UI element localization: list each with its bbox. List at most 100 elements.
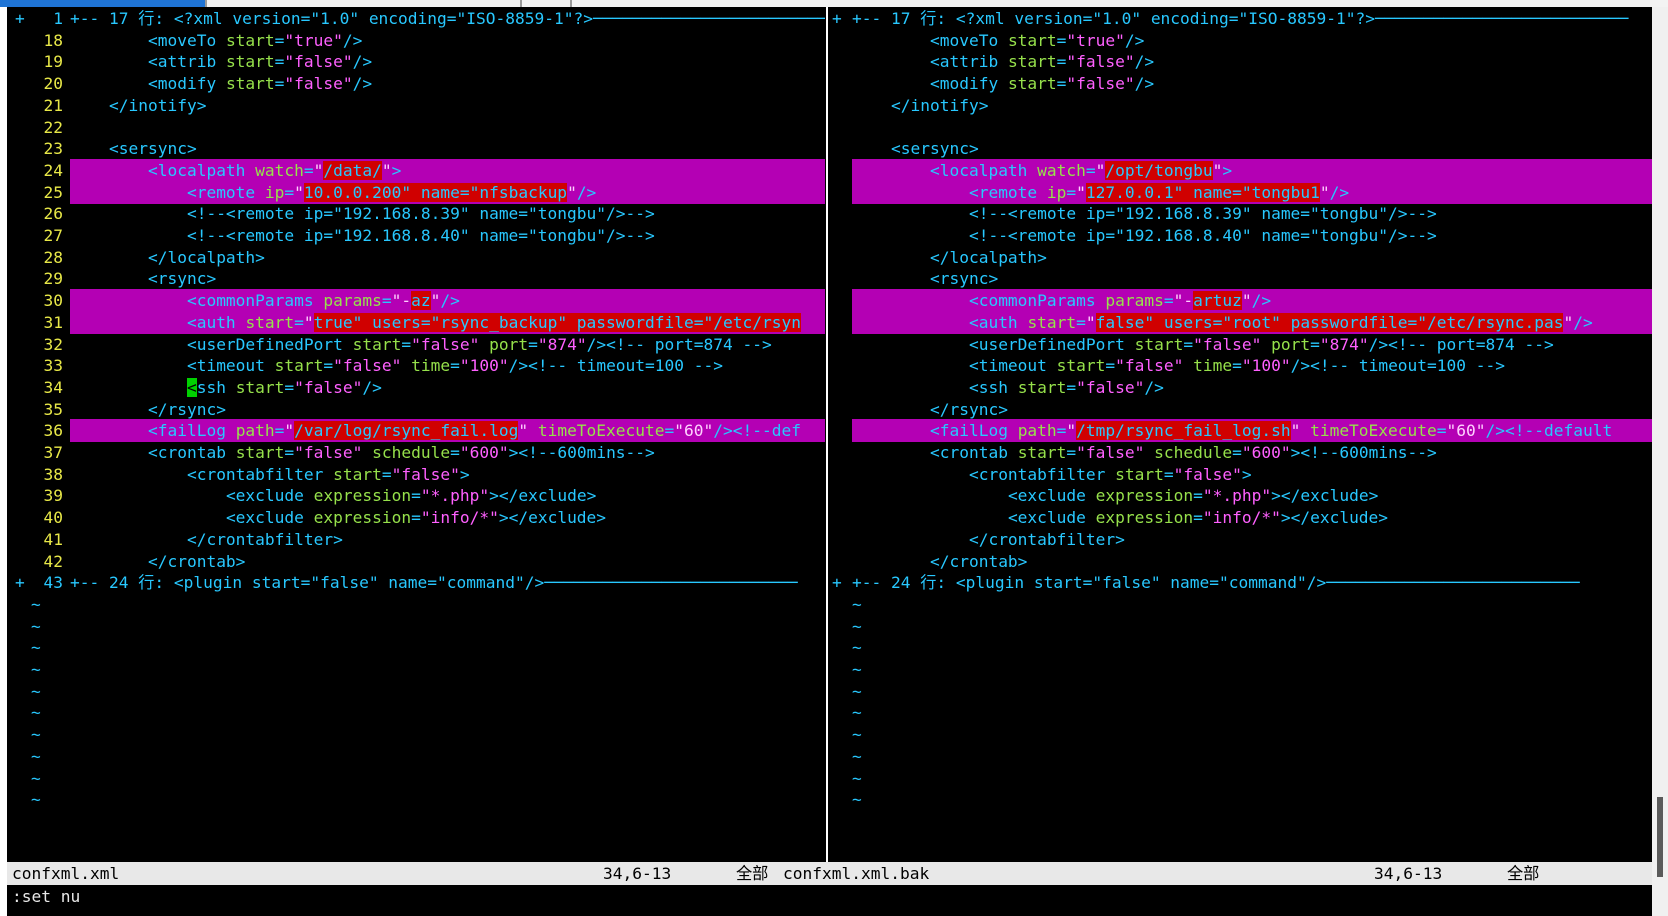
code-line[interactable]: 37 <crontab start="false" schedule="600"… [7, 441, 825, 464]
code-text[interactable]: <userDefinedPort start="false" port="874… [852, 333, 1554, 356]
code-line[interactable]: <sersync> [832, 137, 1652, 160]
left-file-name[interactable]: confxml.xml [12, 862, 119, 885]
code-text[interactable]: <remote ip="10.0.0.200" name="nfsbackup"… [70, 180, 825, 204]
code-text[interactable]: <exclude expression="info/*"></exclude> [70, 506, 606, 529]
code-text[interactable]: <moveTo start="true"/> [70, 29, 362, 52]
code-line[interactable]: 34 <ssh start="false"/> [7, 376, 825, 399]
code-text[interactable]: <exclude expression="info/*"></exclude> [852, 506, 1388, 529]
code-text[interactable]: </crontab> [70, 550, 245, 573]
vertical-scrollbar[interactable] [1652, 7, 1668, 916]
terminal-window[interactable]: +1 +-- 17 行: <?xml version="1.0" encoding… [7, 7, 1652, 916]
code-line[interactable]: 28 </localpath> [7, 246, 825, 269]
code-line[interactable]: <localpath watch="/opt/tongbu"> [832, 158, 1652, 182]
code-line[interactable]: 22 [7, 116, 825, 139]
code-line[interactable]: 40 <exclude expression="info/*"></exclud… [7, 506, 825, 529]
code-text[interactable]: <crontabfilter start="false"> [70, 463, 470, 486]
code-line[interactable]: 39 <exclude expression="*.php"></exclude… [7, 484, 825, 507]
code-line[interactable]: 32 <userDefinedPort start="false" port="… [7, 333, 825, 356]
right-file-name[interactable]: confxml.xml.bak [783, 862, 929, 885]
code-text[interactable]: <rsync> [852, 267, 998, 290]
code-line[interactable]: </localpath> [832, 246, 1652, 269]
code-text[interactable]: <crontabfilter start="false"> [852, 463, 1252, 486]
code-text[interactable]: </rsync> [70, 398, 226, 421]
text-cursor[interactable]: < [186, 377, 197, 397]
code-text[interactable]: <modify start="false"/> [70, 72, 372, 95]
code-text[interactable]: <ssh start="false"/> [70, 376, 382, 399]
code-line[interactable]: </rsync> [832, 398, 1652, 421]
code-text[interactable]: </inotify> [70, 94, 206, 117]
code-line[interactable]: </inotify> [832, 94, 1652, 117]
code-line[interactable]: 30 <commonParams params="-az"/> [7, 289, 825, 313]
code-line[interactable]: 23 <sersync> [7, 137, 825, 160]
code-line[interactable]: <exclude expression="info/*"></exclude> [832, 506, 1652, 529]
code-line[interactable]: 42 </crontab> [7, 550, 825, 573]
code-text[interactable]: <sersync> [70, 137, 197, 160]
code-text[interactable]: <!--<remote ip="192.168.8.40" name="tong… [852, 224, 1437, 247]
code-line[interactable]: <rsync> [832, 267, 1652, 290]
code-text[interactable]: <userDefinedPort start="false" port="874… [70, 333, 772, 356]
code-line[interactable]: <auth start="false" users="root" passwor… [832, 310, 1652, 334]
code-text[interactable]: <exclude expression="*.php"></exclude> [852, 484, 1378, 507]
code-line[interactable]: <!--<remote ip="192.168.8.39" name="tong… [832, 202, 1652, 225]
code-line[interactable]: 41 </crontabfilter> [7, 528, 825, 551]
code-line[interactable]: 24 <localpath watch="/data/"> [7, 158, 825, 182]
code-line[interactable]: 33 <timeout start="false" time="100"/><!… [7, 354, 825, 377]
fold-text[interactable]: +-- 24 行: <plugin start="false" name="co… [852, 571, 1580, 594]
code-text[interactable]: <!--<remote ip="192.168.8.39" name="tong… [852, 202, 1437, 225]
code-line[interactable]: <ssh start="false"/> [832, 376, 1652, 399]
fold-text[interactable]: +-- 17 行: <?xml version="1.0" encoding="… [70, 7, 825, 30]
code-line[interactable]: 36 <failLog path="/var/log/rsync_fail.lo… [7, 419, 825, 443]
code-line[interactable]: </crontab> [832, 550, 1652, 573]
code-text[interactable]: <crontab start="false" schedule="600"><!… [70, 441, 655, 464]
code-line[interactable]: <remote ip="127.0.0.1" name="tongbu1"/> [832, 180, 1652, 204]
fold-text[interactable]: +-- 17 行: <?xml version="1.0" encoding="… [852, 7, 1628, 30]
code-line[interactable]: 26 <!--<remote ip="192.168.8.39" name="t… [7, 202, 825, 225]
code-line[interactable]: 18 <moveTo start="true"/> [7, 29, 825, 52]
code-line[interactable]: 19 <attrib start="false"/> [7, 50, 825, 73]
code-line[interactable]: <userDefinedPort start="false" port="874… [832, 333, 1652, 356]
code-text[interactable]: <failLog path="/var/log/rsync_fail.log" … [70, 419, 825, 443]
code-line[interactable]: <crontabfilter start="false"> [832, 463, 1652, 486]
code-text[interactable]: <localpath watch="/opt/tongbu"> [852, 158, 1652, 182]
code-text[interactable]: <moveTo start="true"/> [852, 29, 1144, 52]
code-line[interactable]: 31 <auth start="true" users="rsync_backu… [7, 310, 825, 334]
code-text[interactable]: <!--<remote ip="192.168.8.40" name="tong… [70, 224, 655, 247]
code-line[interactable]: <!--<remote ip="192.168.8.40" name="tong… [832, 224, 1652, 247]
code-line[interactable]: 21 </inotify> [7, 94, 825, 117]
code-text[interactable]: <ssh start="false"/> [852, 376, 1164, 399]
code-line[interactable]: <modify start="false"/> [832, 72, 1652, 95]
code-text[interactable]: </crontabfilter> [70, 528, 343, 551]
code-text[interactable]: <modify start="false"/> [852, 72, 1154, 95]
code-line[interactable]: 20 <modify start="false"/> [7, 72, 825, 95]
code-text[interactable]: </inotify> [852, 94, 988, 117]
diff-pane-left[interactable]: +1 +-- 17 行: <?xml version="1.0" encoding… [7, 7, 825, 862]
code-text[interactable]: <timeout start="false" time="100"/><!-- … [70, 354, 723, 377]
code-text[interactable]: </localpath> [70, 246, 265, 269]
code-text[interactable]: <auth start="false" users="root" passwor… [852, 310, 1652, 334]
code-text[interactable]: <commonParams params="-artuz"/> [852, 289, 1652, 313]
code-line[interactable]: 29 <rsync> [7, 267, 825, 290]
code-line[interactable]: <exclude expression="*.php"></exclude> [832, 484, 1652, 507]
code-line[interactable] [832, 116, 1652, 139]
command-line[interactable]: :set nu [7, 885, 1652, 916]
code-text[interactable]: <exclude expression="*.php"></exclude> [70, 484, 596, 507]
vertical-split-separator[interactable] [825, 7, 832, 862]
code-line[interactable]: <crontab start="false" schedule="600"><!… [832, 441, 1652, 464]
code-text[interactable]: <failLog path="/tmp/rsync_fail_log.sh" t… [852, 419, 1652, 443]
fold-text[interactable]: +-- 24 行: <plugin start="false" name="co… [70, 571, 798, 594]
code-line[interactable]: <timeout start="false" time="100"/><!-- … [832, 354, 1652, 377]
code-line[interactable]: 27 <!--<remote ip="192.168.8.40" name="t… [7, 224, 825, 247]
code-text[interactable]: <!--<remote ip="192.168.8.39" name="tong… [70, 202, 655, 225]
code-text[interactable]: </crontabfilter> [852, 528, 1125, 551]
code-line[interactable]: 38 <crontabfilter start="false"> [7, 463, 825, 486]
code-text[interactable]: <attrib start="false"/> [70, 50, 372, 73]
active-tab-indicator[interactable] [0, 0, 205, 7]
code-text[interactable]: <localpath watch="/data/"> [70, 158, 825, 182]
code-text[interactable]: <rsync> [70, 267, 216, 290]
code-text[interactable]: <remote ip="127.0.0.1" name="tongbu1"/> [852, 180, 1652, 204]
code-line[interactable]: <moveTo start="true"/> [832, 29, 1652, 52]
code-line[interactable]: <commonParams params="-artuz"/> [832, 289, 1652, 313]
code-text[interactable]: <auth start="true" users="rsync_backup" … [70, 310, 825, 334]
code-line[interactable]: 35 </rsync> [7, 398, 825, 421]
code-text[interactable]: <attrib start="false"/> [852, 50, 1154, 73]
